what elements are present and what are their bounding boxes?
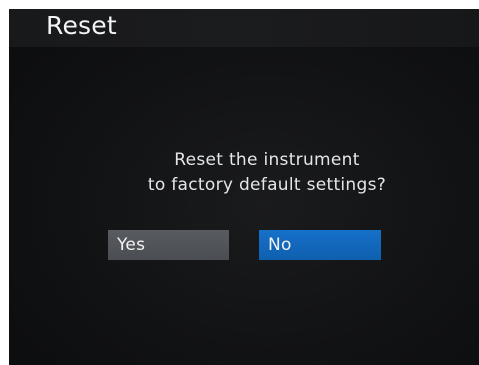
page-title: Reset	[46, 11, 117, 40]
yes-button[interactable]: Yes	[108, 230, 229, 260]
dialog-message-line-1: Reset the instrument	[174, 150, 360, 170]
title-bar: Reset	[9, 9, 479, 47]
no-button[interactable]: No	[259, 230, 381, 260]
instrument-screen: Reset Reset the instrument to factory de…	[9, 9, 479, 365]
dialog-message-line-2: to factory default settings?	[147, 175, 387, 195]
